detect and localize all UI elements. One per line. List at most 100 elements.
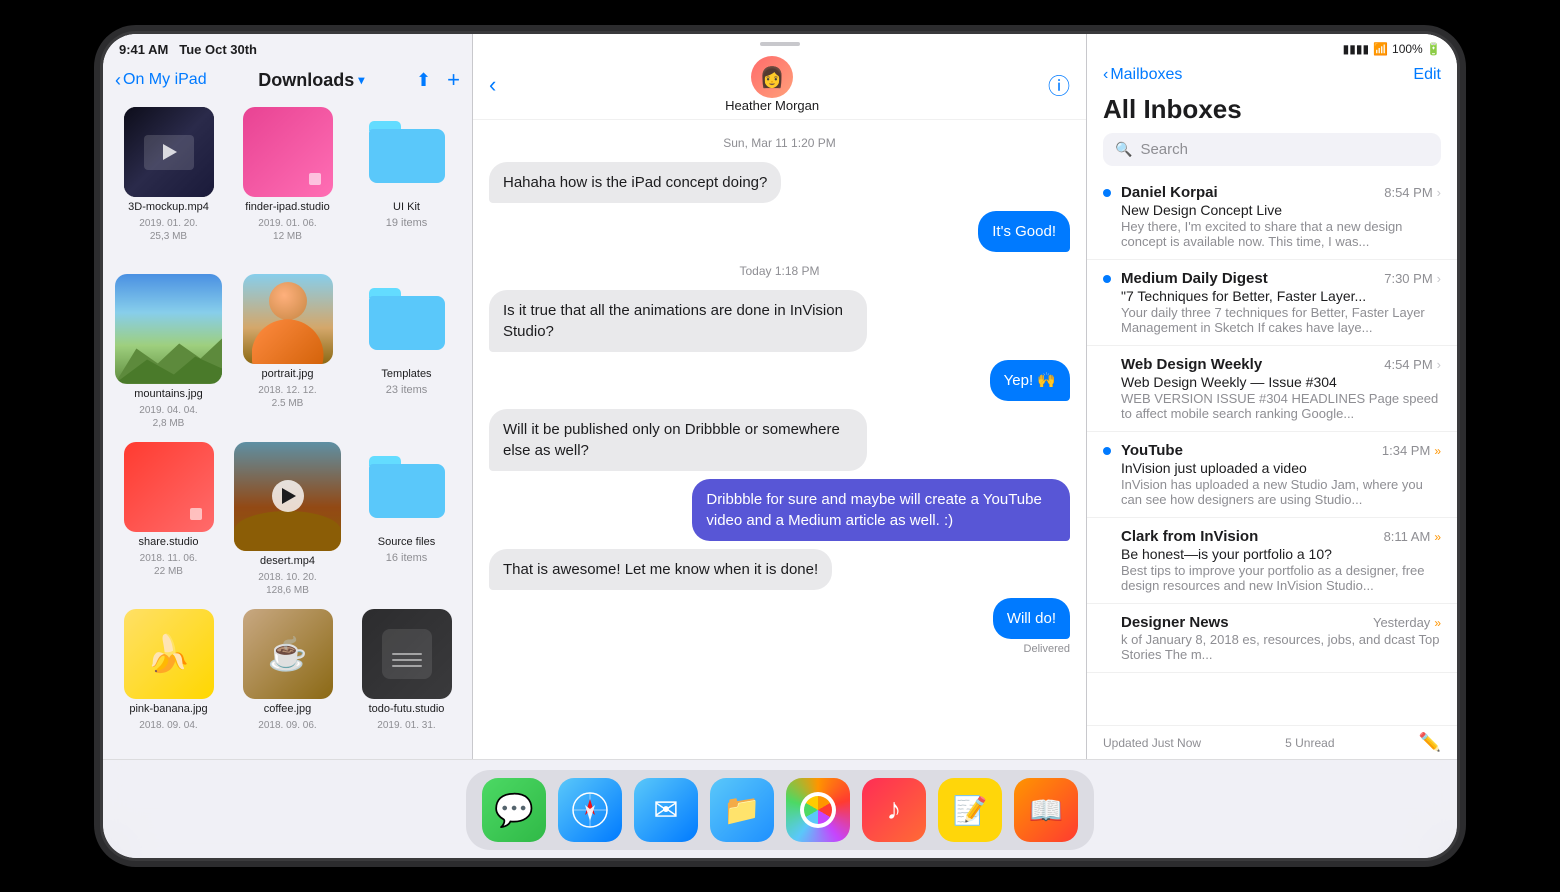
file-meta: 2019. 01. 31.: [377, 719, 435, 732]
ipad-frame: 9:41 AM Tue Oct 30th ‹ On My iPad Downlo…: [100, 31, 1460, 861]
file-thumbnail: ☕: [243, 609, 333, 699]
file-item[interactable]: UI Kit 19 items: [353, 107, 460, 262]
compose-icon[interactable]: ✏️: [1419, 732, 1441, 753]
mail-app-icon: ✉: [653, 793, 678, 828]
message-bubble: Will do!: [993, 598, 1070, 639]
file-meta: 2019. 01. 20.25,3 MB: [139, 217, 197, 243]
message-row: Dribbble for sure and maybe will create …: [489, 479, 1070, 541]
file-thumbnail: 🍌: [124, 609, 214, 699]
files-grid: 3D-mockup.mp4 2019. 01. 20.25,3 MB finde…: [103, 99, 472, 759]
file-meta: 2019. 04. 04.2,8 MB: [139, 404, 197, 430]
files-nav-bar: ‹ On My iPad Downloads ▾ ⬆ +: [103, 61, 472, 99]
file-item[interactable]: portrait.jpg 2018. 12. 12.2.5 MB: [234, 274, 341, 429]
message-row: Will do!: [489, 598, 1070, 639]
read-dot: [1103, 619, 1111, 627]
dock-item-notes[interactable]: 📝: [938, 778, 1002, 842]
wifi-icon: 📶: [1373, 42, 1388, 56]
file-meta: 2018. 09. 06.: [258, 719, 316, 732]
panels: 9:41 AM Tue Oct 30th ‹ On My iPad Downlo…: [103, 34, 1457, 759]
file-meta: 2018. 12. 12.2.5 MB: [258, 384, 316, 410]
read-dot: [1103, 533, 1111, 541]
mail-sender: Designer News: [1121, 614, 1229, 631]
message-bubble: Hahaha how is the iPad concept doing?: [489, 162, 781, 203]
mail-back-button[interactable]: ‹ Mailboxes: [1103, 66, 1182, 84]
file-item[interactable]: desert.mp4 2018. 10. 20.128,6 MB: [234, 442, 341, 597]
messages-back-button[interactable]: ‹: [489, 72, 496, 98]
mail-item[interactable]: Designer News Yesterday » k of January 8…: [1087, 604, 1457, 673]
status-time: 9:41 AM Tue Oct 30th: [119, 42, 257, 57]
share-icon[interactable]: ⬆: [416, 70, 431, 91]
dock-item-files[interactable]: 📁: [710, 778, 774, 842]
file-thumbnail: [362, 274, 452, 364]
file-item[interactable]: share.studio 2018. 11. 06.22 MB: [115, 442, 222, 597]
files-nav-title: Downloads ▾: [207, 70, 416, 91]
mail-subject: New Design Concept Live: [1121, 202, 1441, 218]
files-back-button[interactable]: ‹ On My iPad: [115, 70, 207, 91]
mail-content: Web Design Weekly 4:54 PM › Web Design W…: [1121, 356, 1441, 421]
mail-header-row: Designer News Yesterday »: [1121, 614, 1441, 631]
dock-item-photos[interactable]: [786, 778, 850, 842]
mail-item[interactable]: Medium Daily Digest 7:30 PM › "7 Techniq…: [1087, 260, 1457, 346]
message-bubble: That is awesome! Let me know when it is …: [489, 549, 832, 590]
chevron-right-icon: ›: [1437, 271, 1441, 286]
unread-dot: [1103, 447, 1111, 455]
dock-item-books[interactable]: 📖: [1014, 778, 1078, 842]
file-name: portrait.jpg: [262, 368, 314, 380]
mail-item[interactable]: Web Design Weekly 4:54 PM › Web Design W…: [1087, 346, 1457, 432]
dock-item-messages[interactable]: 💬: [482, 778, 546, 842]
file-name: UI Kit: [393, 201, 420, 213]
dock-item-safari[interactable]: [558, 778, 622, 842]
file-item[interactable]: ☕ coffee.jpg 2018. 09. 06.: [234, 609, 341, 751]
file-meta: 2018. 11. 06.22 MB: [140, 552, 198, 578]
mail-search-bar[interactable]: 🔍 Search: [1103, 133, 1441, 166]
file-item[interactable]: Source files 16 items: [353, 442, 460, 597]
file-item[interactable]: 3D-mockup.mp4 2019. 01. 20.25,3 MB: [115, 107, 222, 262]
double-chevron-icon: »: [1434, 530, 1441, 544]
mail-item[interactable]: YouTube 1:34 PM » InVision just uploaded…: [1087, 432, 1457, 518]
messages-contact[interactable]: 👩 Heather Morgan: [496, 56, 1048, 113]
mail-title: All Inboxes: [1087, 90, 1457, 133]
file-name: share.studio: [139, 536, 199, 548]
mail-edit-button[interactable]: Edit: [1413, 66, 1441, 84]
file-thumbnail: [362, 107, 452, 197]
dock-item-music[interactable]: ♪: [862, 778, 926, 842]
mail-list: Daniel Korpai 8:54 PM › New Design Conce…: [1087, 174, 1457, 725]
file-thumbnail: [115, 274, 222, 383]
message-timestamp: Today 1:18 PM: [489, 264, 1070, 278]
mail-item[interactable]: Daniel Korpai 8:54 PM › New Design Conce…: [1087, 174, 1457, 260]
file-item[interactable]: todo-futu.studio 2019. 01. 31.: [353, 609, 460, 751]
mail-item[interactable]: Clark from InVision 8:11 AM » Be honest—…: [1087, 518, 1457, 604]
file-name: finder-ipad.studio: [245, 201, 329, 213]
safari-icon: [571, 791, 609, 829]
mail-footer: Updated Just Now 5 Unread ✏️: [1087, 725, 1457, 759]
file-item[interactable]: 🍌 pink-banana.jpg 2018. 09. 04.: [115, 609, 222, 751]
message-timestamp: Sun, Mar 11 1:20 PM: [489, 136, 1070, 150]
file-thumbnail: [243, 274, 333, 364]
chevron-down-icon: ▾: [358, 73, 364, 87]
message-row: It's Good!: [489, 211, 1070, 252]
message-row: Is it true that all the animations are d…: [489, 290, 1070, 352]
dock: 💬 ✉ 📁: [103, 759, 1457, 858]
file-item[interactable]: mountains.jpg 2019. 04. 04.2,8 MB: [115, 274, 222, 429]
file-thumbnail: [243, 107, 333, 197]
file-name: mountains.jpg: [134, 388, 203, 400]
unread-dot: [1103, 275, 1111, 283]
mail-preview: InVision has uploaded a new Studio Jam, …: [1121, 477, 1441, 507]
messages-nav: ‹ 👩 Heather Morgan ⓘ: [473, 50, 1086, 120]
double-chevron-icon: »: [1434, 616, 1441, 630]
dock-item-mail[interactable]: ✉: [634, 778, 698, 842]
file-item[interactable]: Templates 23 items: [353, 274, 460, 429]
mail-sender: Daniel Korpai: [1121, 184, 1218, 201]
file-name: desert.mp4: [260, 555, 315, 567]
messages-info-button[interactable]: ⓘ: [1048, 69, 1070, 101]
search-input[interactable]: Search: [1140, 141, 1429, 158]
mail-preview: k of January 8, 2018 es, resources, jobs…: [1121, 632, 1441, 662]
read-dot: [1103, 361, 1111, 369]
file-item[interactable]: finder-ipad.studio 2019. 01. 06.12 MB: [234, 107, 341, 262]
add-icon[interactable]: +: [447, 67, 460, 93]
mail-preview: Your daily three 7 techniques for Better…: [1121, 305, 1441, 335]
mail-content: YouTube 1:34 PM » InVision just uploaded…: [1121, 442, 1441, 507]
mail-nav: ‹ Mailboxes Edit: [1087, 60, 1457, 90]
file-thumbnail: [234, 442, 341, 551]
mail-header-row: Medium Daily Digest 7:30 PM ›: [1121, 270, 1441, 287]
